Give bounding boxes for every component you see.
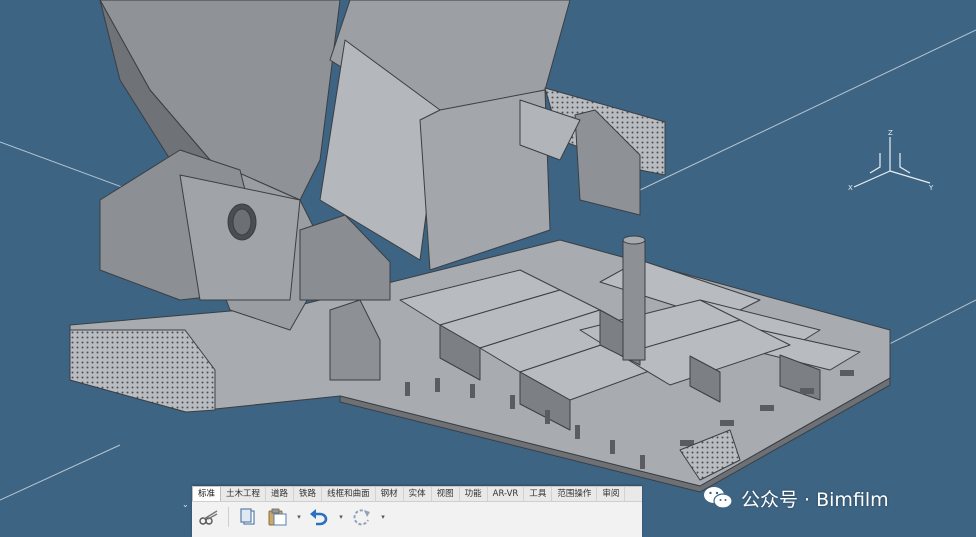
redo-dropdown-icon[interactable]: ▾	[379, 513, 387, 521]
tab-ar-vr[interactable]: AR-VR	[488, 487, 525, 501]
quick-access-collapse-icon[interactable]: ⌄	[182, 500, 189, 509]
x-axis-line	[853, 170, 891, 188]
tab-civil-engineering[interactable]: 土木工程	[221, 487, 267, 501]
ribbon-tab-strip: 标准 土木工程 道路 铁路 线框和曲面 钢材 实体 视图 功能 AR-VR 工具…	[192, 487, 642, 502]
copy-icon	[240, 508, 255, 525]
tab-standard[interactable]: 标准	[192, 487, 222, 501]
tab-range-operation[interactable]: 范围操作	[552, 487, 598, 501]
axis-triad[interactable]: Z X Y	[846, 127, 936, 193]
copy-button[interactable]	[235, 505, 261, 529]
z-axis-label: Z	[888, 129, 893, 137]
undo-dropdown-icon[interactable]: ▾	[337, 513, 345, 521]
tab-road[interactable]: 道路	[266, 487, 295, 501]
tab-steel[interactable]: 钢材	[376, 487, 404, 501]
x-axis-label: X	[848, 184, 853, 192]
cut-button[interactable]	[196, 505, 222, 529]
tab-review[interactable]: 审阅	[597, 487, 626, 501]
tab-function[interactable]: 功能	[460, 487, 488, 501]
cut-icon	[199, 510, 218, 525]
tab-tools[interactable]: 工具	[524, 487, 553, 501]
tab-view[interactable]: 视图	[432, 487, 460, 501]
redo-button[interactable]	[349, 505, 375, 529]
watermark-text: 公众号 · Bimfilm	[741, 488, 889, 511]
paste-button[interactable]	[265, 505, 291, 529]
tab-railway[interactable]: 铁路	[294, 487, 323, 501]
tab-wireframe-surface[interactable]: 线框和曲面	[322, 487, 376, 501]
undo-icon	[310, 509, 328, 526]
toolbar-separator	[228, 507, 229, 527]
tab-solid[interactable]: 实体	[404, 487, 432, 501]
redo-icon	[353, 509, 370, 526]
undo-button[interactable]	[307, 505, 333, 529]
ribbon-toolbar: 标准 土木工程 道路 铁路 线框和曲面 钢材 实体 视图 功能 AR-VR 工具…	[192, 486, 642, 537]
y-axis-label: Y	[928, 184, 934, 192]
3d-viewport[interactable]	[0, 0, 976, 536]
paste-icon	[268, 508, 287, 526]
watermark: 公众号 · Bimfilm	[703, 484, 889, 512]
ribbon-tool-row: ▾ ▾ ▾	[192, 502, 642, 532]
wechat-icon	[704, 487, 733, 509]
steel-bridge-model[interactable]	[69, 0, 891, 493]
paste-dropdown-icon[interactable]: ▾	[295, 513, 303, 521]
